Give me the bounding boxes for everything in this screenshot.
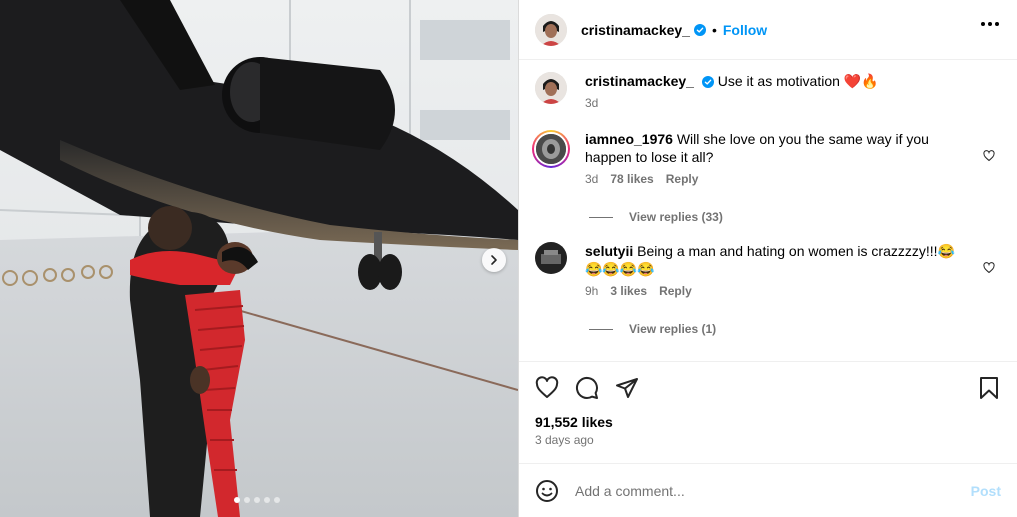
verified-badge-icon [693, 23, 706, 36]
separator-dot: • [711, 21, 717, 38]
carousel-dot [234, 497, 240, 503]
avatar-image [536, 134, 566, 164]
carousel-dot [274, 497, 280, 503]
follow-button[interactable]: Follow [723, 22, 767, 38]
post-sidebar: cristinamackey_ • Follow cristinamackey_… [518, 0, 1017, 517]
avatar-image [535, 242, 567, 274]
author-username[interactable]: cristinamackey_ [581, 22, 690, 38]
verified-badge-icon [701, 76, 714, 88]
comment-item: selutyii Being a man and hating on women… [535, 242, 1001, 304]
comment-age: 3d [585, 172, 599, 186]
view-replies-button[interactable]: View replies (1) [589, 304, 1001, 354]
commenter-avatar-ring[interactable] [532, 130, 570, 168]
like-icon[interactable] [535, 376, 559, 400]
avatar-image [535, 72, 567, 104]
replies-divider [589, 216, 613, 218]
caption-text: Use it as motivation ❤️🔥 [717, 73, 879, 89]
view-replies-button[interactable]: View replies (33) [589, 192, 1001, 242]
author-avatar[interactable] [535, 72, 567, 104]
next-slide-button[interactable] [482, 248, 506, 272]
comment-input[interactable] [575, 482, 971, 499]
more-options-icon[interactable] [981, 22, 999, 26]
carousel-dot [264, 497, 270, 503]
comment-composer: Post [519, 463, 1017, 517]
carousel-indicator [234, 497, 280, 503]
emoji-icon[interactable] [535, 479, 559, 503]
author-avatar[interactable] [535, 13, 567, 46]
comment-username[interactable]: selutyii [585, 243, 633, 259]
like-count[interactable]: 91,552 likes [535, 414, 1001, 430]
comment-username[interactable]: iamneo_1976 [585, 131, 673, 147]
comment-text: Being a man and hating on women is crazz… [585, 243, 955, 277]
post-view: cristinamackey_ • Follow cristinamackey_… [0, 0, 1017, 517]
post-header: cristinamackey_ • Follow [519, 0, 1017, 60]
caption-username[interactable]: cristinamackey_ [585, 73, 694, 89]
bookmark-icon[interactable] [977, 376, 1001, 400]
post-caption: cristinamackey_ Use it as motivation ❤️🔥… [535, 60, 1001, 130]
reply-button[interactable]: Reply [659, 284, 692, 298]
post-comment-button[interactable]: Post [971, 483, 1001, 499]
post-photo [0, 0, 518, 517]
like-comment-icon[interactable] [983, 150, 995, 162]
post-media[interactable] [0, 0, 518, 517]
like-comment-icon[interactable] [983, 262, 995, 274]
carousel-dot [254, 497, 260, 503]
view-replies-label: View replies (33) [629, 210, 723, 224]
carousel-dot [244, 497, 250, 503]
caption-age: 3d [585, 96, 599, 110]
comments-list[interactable]: cristinamackey_ Use it as motivation ❤️🔥… [519, 60, 1017, 361]
post-date: 3 days ago [535, 433, 594, 447]
view-replies-label: View replies (1) [629, 322, 717, 336]
share-icon[interactable] [615, 376, 639, 400]
comment-likes[interactable]: 3 likes [610, 284, 647, 298]
comment-item: iamneo_1976 Will she love on you the sam… [532, 130, 1001, 192]
post-actions: 91,552 likes 3 days ago [519, 361, 1017, 463]
replies-divider [589, 328, 613, 330]
avatar-image [535, 13, 567, 46]
reply-button[interactable]: Reply [666, 172, 699, 186]
comment-icon[interactable] [575, 376, 599, 400]
comment-likes[interactable]: 78 likes [610, 172, 653, 186]
chevron-right-icon [491, 255, 497, 265]
commenter-avatar[interactable] [535, 242, 567, 274]
comment-age: 9h [585, 284, 599, 298]
